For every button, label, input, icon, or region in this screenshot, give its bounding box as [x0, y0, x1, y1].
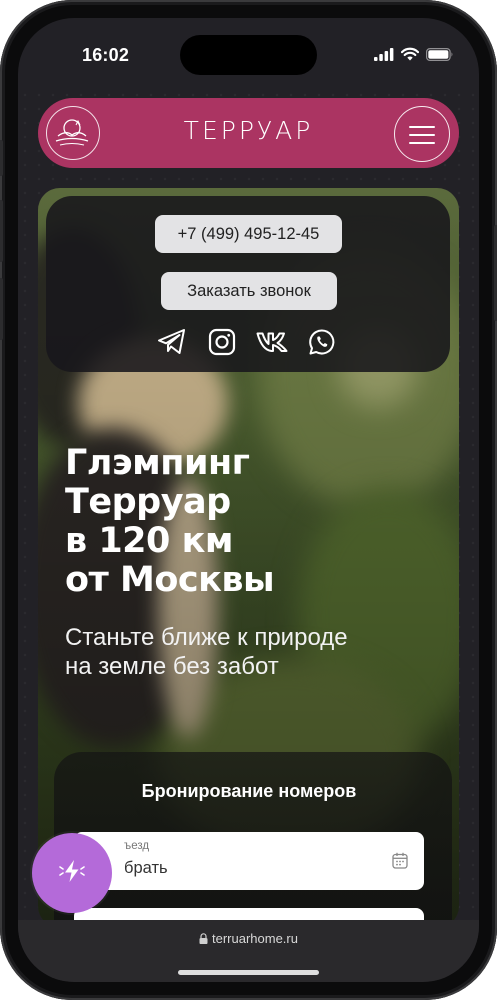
browser-address-bar[interactable]: terruarhome.ru	[18, 920, 479, 982]
hero-subtitle-line: Станьте ближе к природе	[65, 624, 348, 651]
screen: 16:02 ТЕРРУАР +7 (499) 495-12-45 Заказат…	[18, 18, 479, 982]
callback-button[interactable]: Заказать звонок	[161, 272, 337, 310]
hero-subtitle-line: на земле без забот	[65, 653, 279, 680]
dynamic-island	[180, 35, 317, 75]
url-text: terruarhome.ru	[212, 931, 298, 946]
phone-frame: 16:02 ТЕРРУАР +7 (499) 495-12-45 Заказат…	[0, 0, 497, 1000]
telegram-icon[interactable]	[156, 326, 188, 358]
hero-title: Глэмпинг Терруар в 120 км от Москвы	[65, 444, 445, 600]
address-url[interactable]: terruarhome.ru	[18, 931, 479, 947]
sun-hills-logo-icon[interactable]	[46, 106, 100, 160]
hero-title-line: в 120 км	[65, 521, 233, 561]
lightning-icon	[55, 854, 89, 892]
checkin-date-field[interactable]: ъезд брать	[74, 832, 424, 890]
brand-title[interactable]: ТЕРРУАР	[168, 116, 329, 145]
instagram-icon[interactable]	[206, 326, 238, 358]
social-links	[156, 326, 338, 358]
hamburger-menu-icon[interactable]	[394, 106, 450, 162]
wifi-icon	[400, 46, 420, 65]
booking-title: Бронирование номеров	[141, 781, 357, 801]
phone-number-button[interactable]: +7 (499) 495-12-45	[155, 215, 342, 253]
signal-icon	[374, 46, 394, 65]
checkin-label: ъезд	[124, 840, 150, 852]
side-button-volume-down	[0, 278, 3, 340]
status-time: 16:02	[82, 45, 130, 65]
hero-title-line: Терруар	[65, 482, 231, 522]
battery-icon	[426, 46, 454, 65]
hero-title-line: Глэмпинг	[65, 443, 250, 483]
side-button-action	[0, 140, 3, 176]
side-button-volume-up	[0, 200, 3, 262]
quick-action-button[interactable]	[32, 833, 112, 913]
site-header: ТЕРРУАР	[38, 98, 459, 168]
status-icons	[374, 46, 454, 65]
hero-title-line: от Москвы	[65, 560, 275, 600]
checkin-value: брать	[124, 859, 168, 877]
lock-icon	[199, 932, 208, 947]
calendar-icon[interactable]	[392, 852, 408, 873]
whatsapp-icon[interactable]	[306, 326, 338, 358]
home-indicator[interactable]	[178, 970, 319, 975]
hero-subtitle: Станьте ближе к природе на земле без заб…	[65, 623, 445, 681]
status-bar: 16:02	[18, 18, 479, 98]
vk-icon[interactable]	[256, 326, 288, 358]
